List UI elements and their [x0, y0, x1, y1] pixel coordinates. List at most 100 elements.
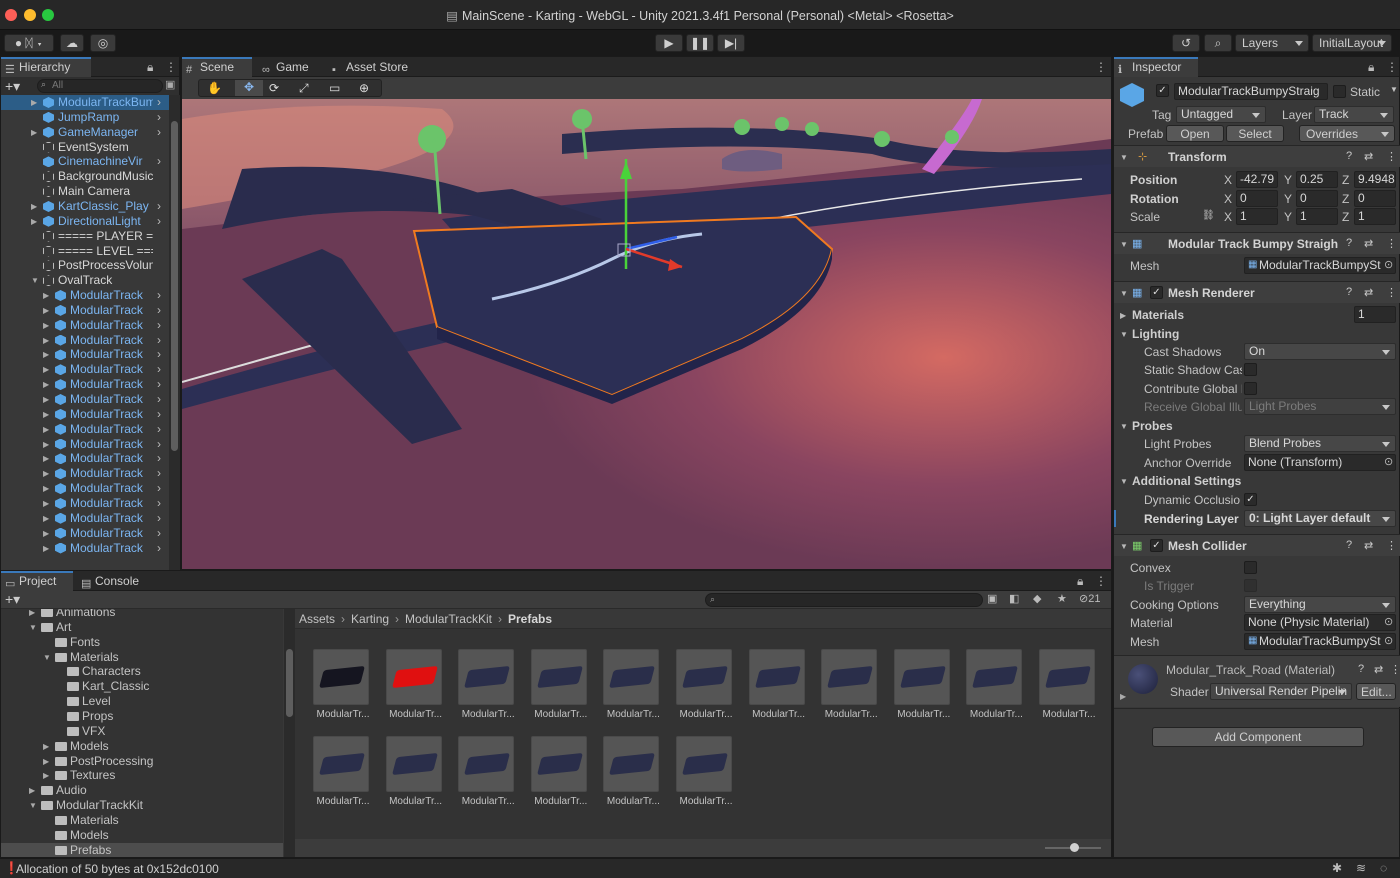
expand-arrow-icon[interactable]: ▶ [43, 407, 49, 422]
open-prefab-chevron-icon[interactable]: › [157, 362, 161, 377]
hierarchy-item[interactable]: ▶ ModularTrack › [1, 407, 169, 422]
presets-icon[interactable]: ⇄ [1364, 150, 1373, 163]
open-prefab-chevron-icon[interactable]: › [157, 214, 161, 229]
hierarchy-item[interactable]: ▶ KartClassic_Play › [1, 199, 169, 214]
hierarchy-item[interactable]: ▶ ModularTrack › [1, 496, 169, 511]
help-icon[interactable]: ? [1346, 150, 1352, 162]
asset-thumbnail[interactable] [385, 649, 442, 705]
convex-checkbox[interactable] [1244, 561, 1257, 574]
cache-server-icon[interactable]: ≋ [1356, 861, 1366, 875]
help-icon[interactable]: ? [1346, 286, 1352, 298]
debug-icon[interactable]: ✱ [1332, 861, 1342, 875]
expand-arrow-icon[interactable]: ▶ [43, 362, 49, 377]
expand-arrow-icon[interactable]: ▶ [43, 511, 49, 526]
layer-dropdown[interactable]: Track [1314, 106, 1394, 123]
material-header[interactable]: ▶ Modular_Track_Road (Material) ? ⇄ ⋮ Sh… [1114, 655, 1400, 707]
expand-arrow-icon[interactable]: ▶ [43, 392, 49, 407]
folder-item[interactable]: Kart_Classic [1, 679, 283, 694]
folder-item[interactable]: VFX [1, 724, 283, 739]
project-lock-icon[interactable]: 🔒︎ [1077, 574, 1083, 589]
breadcrumb-item[interactable]: ModularTrackKit [405, 612, 492, 626]
component-menu-icon[interactable]: ⋮ [1390, 663, 1400, 676]
asset-tile[interactable]: ModularTr... [456, 736, 520, 816]
expanded-arrow-icon[interactable]: ▼ [43, 650, 51, 665]
rendering-layer-dropdown[interactable]: 0: Light Layer default [1244, 510, 1396, 527]
transform-tool-icon[interactable]: ⊕ [359, 81, 369, 95]
hierarchy-scrollbar[interactable] [169, 95, 180, 571]
hierarchy-item[interactable]: ▶ ModularTrack › [1, 422, 169, 437]
open-prefab-chevron-icon[interactable]: › [157, 437, 161, 452]
hierarchy-item[interactable]: JumpRamp › [1, 110, 169, 125]
prefab-open-button[interactable]: Open [1166, 125, 1224, 142]
project-search-input[interactable]: ⌕ [705, 593, 983, 607]
asset-thumbnail[interactable] [748, 649, 805, 705]
asset-tile[interactable]: ModularTr... [674, 649, 738, 729]
lock-icon[interactable]: 🔒︎ [147, 60, 153, 75]
tab-hierarchy[interactable]: ☰ Hierarchy [1, 57, 91, 77]
component-menu-icon[interactable]: ⋮ [1386, 286, 1397, 299]
kebab-icon[interactable]: ⋮ [165, 60, 177, 74]
hierarchy-item[interactable]: ===== PLAYER ==== [1, 229, 169, 244]
hierarchy-item[interactable]: ▶ ModularTrack › [1, 392, 169, 407]
scale-tool-icon[interactable]: ⤢ [299, 81, 309, 96]
folder-item[interactable]: ▶ PostProcessing [1, 754, 283, 769]
expand-arrow-icon[interactable]: ▶ [43, 451, 49, 466]
open-prefab-chevron-icon[interactable]: › [157, 333, 161, 348]
hierarchy-item[interactable]: ▶ ModularTrack › [1, 288, 169, 303]
asset-tile[interactable]: ModularTr... [747, 649, 811, 729]
object-picker-icon[interactable]: ⊙ [1384, 634, 1393, 647]
scale-z-field[interactable]: 1 [1354, 208, 1396, 225]
account-dropdown[interactable]: ● ᛞ ▾ [4, 34, 54, 52]
asset-thumbnail[interactable] [530, 736, 587, 792]
open-prefab-chevron-icon[interactable]: › [157, 110, 161, 125]
hierarchy-search-input[interactable]: All [37, 79, 163, 93]
asset-thumbnail[interactable] [603, 649, 660, 705]
position-z-field[interactable]: 9.4948 [1354, 171, 1396, 188]
probes-fold-icon[interactable]: ▼ [1120, 422, 1128, 431]
filter-icon[interactable]: ▣ [165, 78, 175, 91]
materials-fold-icon[interactable]: ▶ [1120, 311, 1126, 320]
hierarchy-item[interactable]: ▶ ModularTrack › [1, 526, 169, 541]
open-prefab-chevron-icon[interactable]: › [157, 511, 161, 526]
mesh-collider-enabled-checkbox[interactable]: ✓ [1150, 539, 1163, 552]
expand-arrow-icon[interactable]: ▶ [43, 422, 49, 437]
object-picker-icon[interactable]: ⊙ [1384, 615, 1393, 628]
position-y-field[interactable]: 0.25 [1296, 171, 1338, 188]
asset-tile[interactable]: ModularTr... [529, 649, 593, 729]
open-prefab-chevron-icon[interactable]: › [157, 95, 161, 110]
open-prefab-chevron-icon[interactable]: › [157, 392, 161, 407]
transform-header[interactable]: ▼ ⊹ Transform ? ⇄ ⋮ [1114, 145, 1400, 167]
expand-arrow-icon[interactable]: ▶ [43, 466, 49, 481]
expand-arrow-icon[interactable]: ▶ [43, 496, 49, 511]
open-prefab-chevron-icon[interactable]: › [157, 288, 161, 303]
expand-arrow-icon[interactable]: ▶ [29, 609, 35, 620]
asset-thumbnail[interactable] [313, 649, 369, 705]
folder-item[interactable]: Props [1, 709, 283, 724]
rotate-tool-icon[interactable]: ⟳ [269, 81, 279, 95]
tag-dropdown[interactable]: Untagged [1176, 106, 1266, 123]
expand-arrow-icon[interactable]: ▶ [43, 768, 49, 783]
scene-kebab-icon[interactable]: ⋮ [1095, 60, 1107, 74]
hierarchy-item[interactable]: ▶ GameManager › [1, 125, 169, 140]
create-asset-dropdown[interactable]: +▾ [5, 591, 20, 608]
cloud-button[interactable]: ☁ [60, 34, 84, 52]
component-menu-icon[interactable]: ⋮ [1386, 150, 1397, 163]
light-probes-dropdown[interactable]: Blend Probes [1244, 435, 1396, 452]
help-icon[interactable]: ? [1358, 663, 1364, 675]
expand-arrow-icon[interactable]: ▶ [43, 318, 49, 333]
expand-arrow-icon[interactable]: ▶ [43, 541, 49, 556]
asset-tile[interactable]: ModularTr... [1037, 649, 1101, 729]
scale-x-field[interactable]: 1 [1236, 208, 1278, 225]
rect-tool-icon[interactable]: ▭ [329, 81, 340, 95]
component-menu-icon[interactable]: ⋮ [1386, 539, 1397, 552]
folder-item[interactable]: ▶ Animations [1, 609, 283, 620]
open-prefab-chevron-icon[interactable]: › [157, 303, 161, 318]
filter-type-icon[interactable]: ◧ [1009, 592, 1019, 605]
folder-item[interactable]: Models [1, 828, 283, 843]
asset-tile[interactable]: ModularTr... [456, 649, 520, 729]
open-prefab-chevron-icon[interactable]: › [157, 526, 161, 541]
open-prefab-chevron-icon[interactable]: › [157, 541, 161, 556]
asset-tile[interactable]: ModularTr... [311, 736, 375, 816]
prefab-overrides-dropdown[interactable]: Overrides [1299, 125, 1395, 142]
breadcrumb-item[interactable]: Assets [299, 612, 335, 626]
